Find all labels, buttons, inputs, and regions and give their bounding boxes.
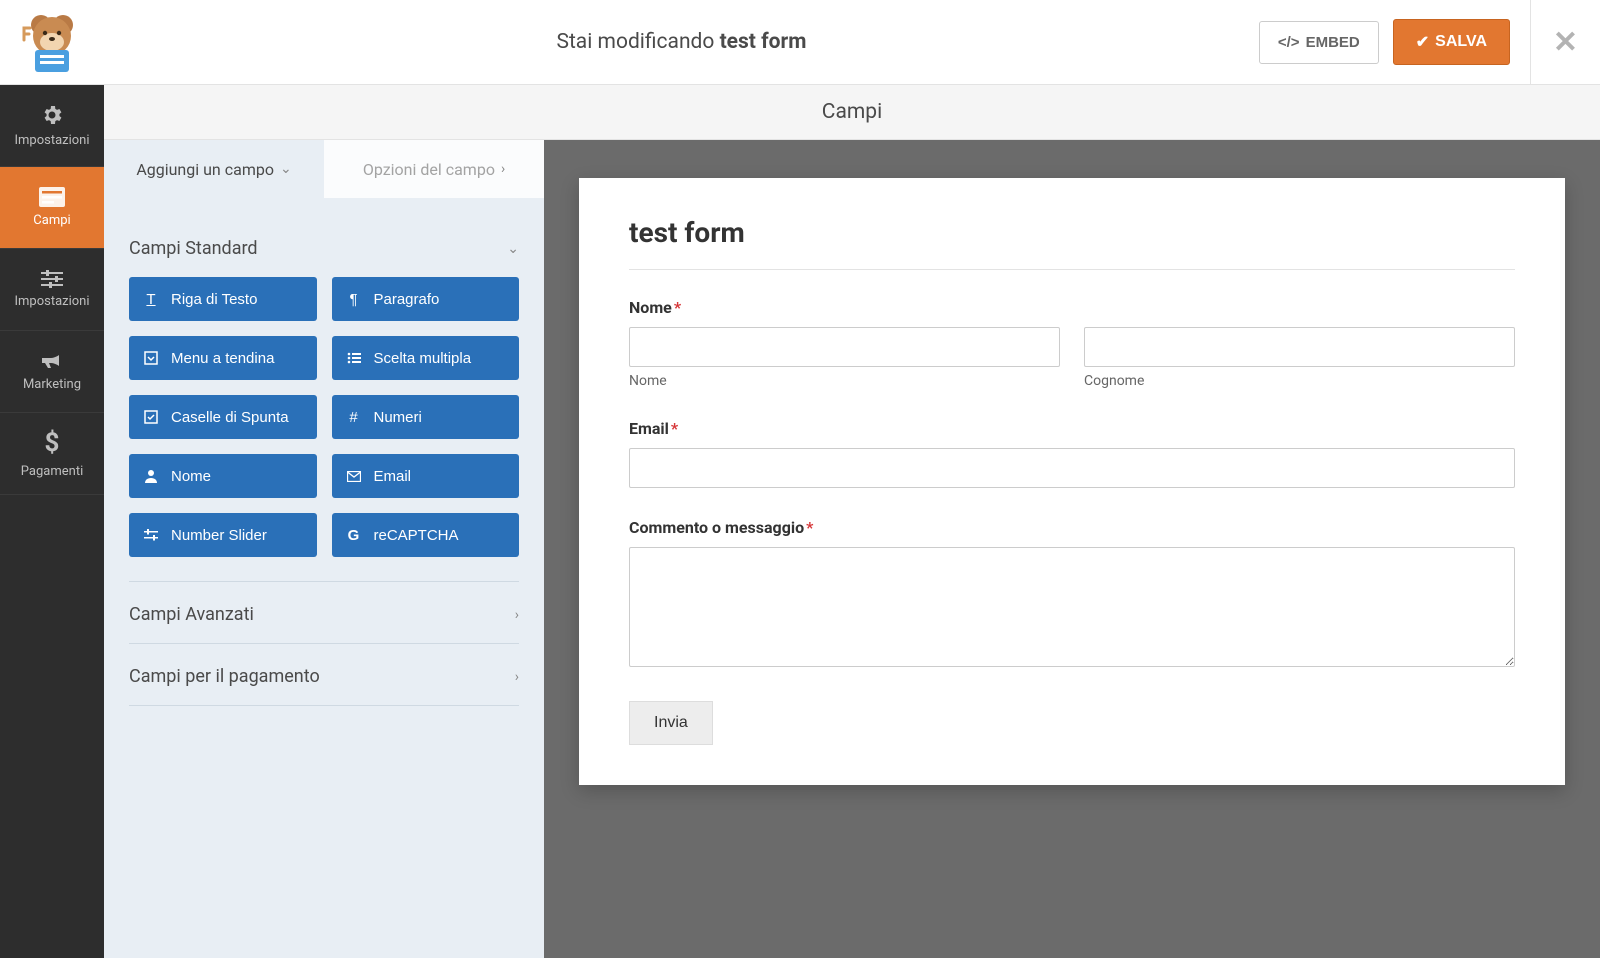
nav-payments[interactable]: $ Pagamenti bbox=[0, 413, 104, 495]
tab-label: Aggiungi un campo bbox=[136, 160, 274, 179]
left-nav: Impostazioni Campi Impostazioni Marketin… bbox=[0, 85, 104, 958]
nav-label: Campi bbox=[33, 213, 70, 228]
nav-settings[interactable]: Impostazioni bbox=[0, 249, 104, 331]
nav-label: Marketing bbox=[23, 377, 81, 392]
app-logo bbox=[0, 0, 104, 84]
field-paragraph[interactable]: ¶Paragrafo bbox=[332, 277, 520, 321]
nav-label: Pagamenti bbox=[21, 464, 83, 479]
save-label: SALVA bbox=[1435, 33, 1487, 51]
envelope-icon bbox=[346, 471, 362, 482]
first-name-sublabel: Nome bbox=[629, 373, 1060, 389]
message-textarea[interactable] bbox=[629, 547, 1515, 667]
required-asterisk: * bbox=[674, 298, 681, 317]
close-button[interactable]: ✕ bbox=[1530, 0, 1600, 84]
page-title: Stai modificando test form bbox=[104, 30, 1259, 54]
form-icon bbox=[39, 187, 65, 207]
submit-button[interactable]: Invia bbox=[629, 701, 713, 745]
last-name-input[interactable] bbox=[1084, 327, 1515, 367]
topbar: Stai modificando test form </> EMBED ✔ S… bbox=[0, 0, 1600, 85]
dollar-icon: $ bbox=[45, 428, 60, 458]
form-preview: test form Nome* Nome Cognome bbox=[544, 140, 1600, 958]
field-checkbox[interactable]: Caselle di Spunta bbox=[129, 395, 317, 439]
close-icon: ✕ bbox=[1553, 25, 1578, 60]
form-field-message[interactable]: Commento o messaggio* bbox=[629, 518, 1515, 671]
list-icon bbox=[346, 352, 362, 364]
field-dropdown[interactable]: Menu a tendina bbox=[129, 336, 317, 380]
first-name-input[interactable] bbox=[629, 327, 1060, 367]
dropdown-icon bbox=[143, 351, 159, 365]
checkbox-icon bbox=[143, 410, 159, 424]
text-icon: T bbox=[143, 291, 159, 308]
user-icon bbox=[143, 469, 159, 483]
embed-button[interactable]: </> EMBED bbox=[1259, 21, 1379, 64]
fields-panel: Aggiungi un campo ⌄ Opzioni del campo › … bbox=[104, 140, 544, 958]
gear-icon bbox=[40, 103, 64, 127]
name-label: Nome* bbox=[629, 298, 1515, 317]
field-name[interactable]: Nome bbox=[129, 454, 317, 498]
save-button[interactable]: ✔ SALVA bbox=[1393, 19, 1510, 65]
form-card: test form Nome* Nome Cognome bbox=[579, 178, 1565, 785]
chevron-right-icon: › bbox=[515, 669, 519, 685]
chevron-down-icon: ⌄ bbox=[280, 161, 292, 177]
nav-label: Impostazioni bbox=[14, 133, 89, 148]
chevron-right-icon: › bbox=[501, 161, 505, 177]
group-label: Campi Standard bbox=[129, 238, 258, 259]
chevron-down-icon: ⌄ bbox=[507, 241, 519, 257]
nav-setup[interactable]: Impostazioni bbox=[0, 85, 104, 167]
required-asterisk: * bbox=[806, 518, 813, 537]
field-text[interactable]: TRiga di Testo bbox=[129, 277, 317, 321]
field-recaptcha[interactable]: GreCAPTCHA bbox=[332, 513, 520, 557]
form-title: test form bbox=[629, 216, 1515, 270]
paragraph-icon: ¶ bbox=[346, 291, 362, 308]
bullhorn-icon bbox=[40, 351, 64, 371]
group-label: Campi Avanzati bbox=[129, 604, 254, 625]
section-title: Campi bbox=[822, 100, 882, 124]
group-standard[interactable]: Campi Standard ⌄ bbox=[129, 216, 519, 277]
hash-icon: # bbox=[346, 409, 362, 426]
google-icon: G bbox=[346, 527, 362, 544]
field-slider[interactable]: Number Slider bbox=[129, 513, 317, 557]
nav-fields[interactable]: Campi bbox=[0, 167, 104, 249]
embed-label: EMBED bbox=[1306, 34, 1360, 51]
topbar-actions: </> EMBED ✔ SALVA bbox=[1259, 19, 1510, 65]
form-field-email[interactable]: Email* bbox=[629, 419, 1515, 488]
sliders-icon bbox=[41, 270, 63, 288]
email-label: Email* bbox=[629, 419, 1515, 438]
group-payment[interactable]: Campi per il pagamento › bbox=[129, 644, 519, 705]
field-multichoice[interactable]: Scelta multipla bbox=[332, 336, 520, 380]
check-icon: ✔ bbox=[1416, 32, 1429, 52]
nav-marketing[interactable]: Marketing bbox=[0, 331, 104, 413]
editing-form-name: test form bbox=[720, 30, 807, 54]
email-input[interactable] bbox=[629, 448, 1515, 488]
field-numbers[interactable]: #Numeri bbox=[332, 395, 520, 439]
editing-prefix: Stai modificando bbox=[556, 30, 719, 54]
nav-label: Impostazioni bbox=[14, 294, 89, 309]
group-label: Campi per il pagamento bbox=[129, 666, 320, 687]
tab-field-options[interactable]: Opzioni del campo › bbox=[324, 140, 544, 198]
message-label: Commento o messaggio* bbox=[629, 518, 1515, 537]
field-email[interactable]: Email bbox=[332, 454, 520, 498]
group-advanced[interactable]: Campi Avanzati › bbox=[129, 582, 519, 643]
tab-add-field[interactable]: Aggiungi un campo ⌄ bbox=[104, 140, 324, 198]
sliders-icon bbox=[143, 529, 159, 541]
form-field-name[interactable]: Nome* Nome Cognome bbox=[629, 298, 1515, 389]
chevron-right-icon: › bbox=[515, 607, 519, 623]
code-icon: </> bbox=[1278, 34, 1300, 51]
tab-label: Opzioni del campo bbox=[363, 160, 495, 179]
last-name-sublabel: Cognome bbox=[1084, 373, 1515, 389]
required-asterisk: * bbox=[671, 419, 678, 438]
section-header: Campi bbox=[104, 85, 1600, 140]
